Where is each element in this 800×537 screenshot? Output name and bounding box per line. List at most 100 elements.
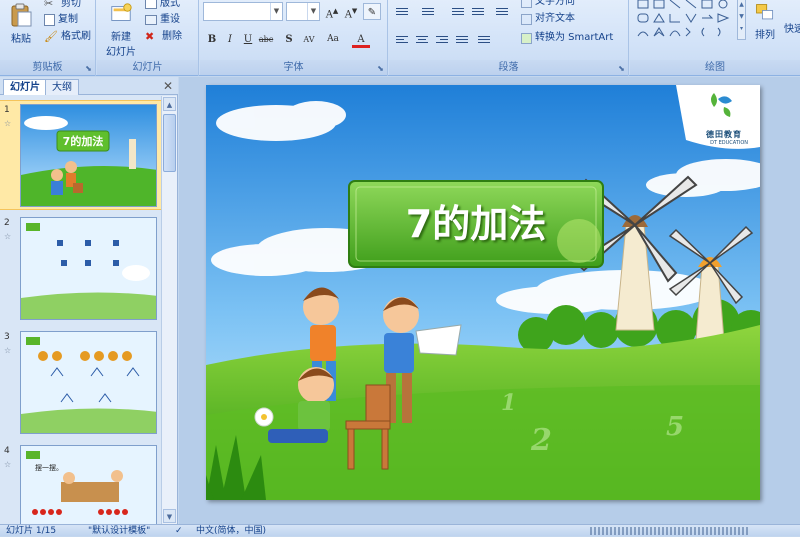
slide-3-preview	[21, 332, 156, 433]
font-name-combo[interactable]: ▼	[203, 2, 283, 21]
bullets-icon[interactable]	[393, 3, 411, 19]
view-buttons[interactable]	[590, 527, 750, 535]
layout-label: 版式	[160, 0, 180, 9]
change-case-icon[interactable]: Aa	[324, 31, 342, 48]
close-icon[interactable]: ✕	[163, 79, 173, 93]
clipboard-launcher-icon[interactable]: ⬊	[84, 64, 93, 73]
theme-name[interactable]: "默认设计模板"	[88, 525, 150, 537]
shrink-font-icon[interactable]: A▼	[342, 3, 360, 20]
reset-label: 重设	[160, 14, 180, 25]
delete-button[interactable]: ✖ 删除	[145, 29, 182, 45]
arrange-button[interactable]: 排列	[750, 2, 780, 41]
slide-thumbnail[interactable]	[20, 217, 157, 320]
slide-number: 1	[4, 105, 10, 115]
paste-button[interactable]: 粘贴	[4, 2, 38, 45]
thumbnail-item[interactable]: 4 ☆ 摆一摆。	[0, 442, 162, 524]
drawing-group: ▲ ▼ ▾ 排列 快速 绘图	[630, 0, 800, 76]
justify-icon[interactable]	[453, 31, 471, 47]
shapes-more-icon[interactable]: ▲ ▼ ▾	[737, 0, 746, 40]
slide-thumbnail[interactable]	[20, 331, 157, 434]
slide-1-preview: 7的加法	[21, 105, 156, 206]
chevron-down-icon: ▼	[270, 3, 282, 20]
smartart-button[interactable]: 转换为 SmartArt	[521, 30, 613, 46]
slide-count: 幻灯片 1/15	[6, 526, 57, 536]
arrange-label: 排列	[755, 30, 775, 41]
format-painter-button[interactable]: 🖌 格式刷	[44, 29, 91, 45]
cut-button[interactable]: ✂ 剪切	[44, 0, 81, 12]
align-center-icon[interactable]	[413, 31, 431, 47]
thumbnail-item[interactable]: 1 ☆ 7的加法	[0, 100, 162, 210]
italic-icon[interactable]: I	[221, 31, 239, 48]
clipboard-group-label: 剪贴板	[0, 60, 95, 75]
tab-slides[interactable]: 幻灯片	[3, 79, 47, 95]
increase-indent-icon[interactable]	[469, 3, 487, 19]
paragraph-group: 文字方向 对齐文本 转换为 SmartArt 段落 ⬊	[389, 0, 629, 76]
slide-title[interactable]: 7的加法	[351, 183, 601, 265]
align-text-button[interactable]: 对齐文本	[521, 11, 575, 27]
font-group-label: 字体	[200, 60, 387, 75]
text-direction-icon	[521, 0, 532, 8]
quick-styles-button[interactable]: 快速	[784, 22, 800, 38]
star-icon: ☆	[4, 346, 12, 355]
paragraph-launcher-icon[interactable]: ⬊	[617, 64, 626, 73]
shadow-icon[interactable]: S	[280, 31, 298, 48]
shapes-gallery-icon[interactable]	[634, 0, 744, 42]
slides-group-label: 幻灯片	[97, 60, 198, 75]
numbering-icon[interactable]	[419, 3, 437, 19]
char-spacing-icon[interactable]: AV	[300, 31, 318, 48]
arrange-icon	[756, 4, 774, 20]
layout-icon	[145, 0, 157, 9]
underline-icon[interactable]: U	[239, 31, 257, 48]
star-icon: ☆	[4, 460, 12, 469]
slide-background: 1 2 5	[206, 85, 760, 500]
reset-icon	[145, 15, 157, 25]
slide-thumbnail[interactable]: 7的加法	[20, 104, 157, 207]
scroll-up-icon[interactable]: ▲	[163, 97, 176, 111]
smartart-label: 转换为 SmartArt	[535, 32, 614, 43]
align-right-icon[interactable]	[433, 31, 451, 47]
star-icon: ☆	[4, 232, 12, 241]
slides-group: 新建 幻灯片 版式 重设 ✖ 删除 幻灯片	[97, 0, 199, 76]
logo-text-cn: 德田教育	[706, 130, 742, 139]
smartart-icon	[521, 32, 532, 44]
bold-icon[interactable]: B	[203, 31, 221, 48]
thumbnail-scrollbar[interactable]: ▲ ▼	[161, 96, 177, 524]
align-left-icon[interactable]	[393, 31, 411, 47]
layout-button[interactable]: 版式	[145, 0, 180, 12]
slides-panel: 幻灯片 大纲 ✕ 1 ☆ 7的加法 2 ☆ 3 ☆ 4 ☆ 摆一摆。 ▲ ▼	[0, 77, 178, 524]
font-color-icon[interactable]: A	[352, 31, 370, 48]
tab-outline[interactable]: 大纲	[45, 79, 79, 95]
clear-format-icon[interactable]: ✎	[363, 3, 381, 20]
paste-label: 粘贴	[11, 34, 31, 45]
copy-button[interactable]: 复制	[44, 12, 78, 28]
font-size-combo[interactable]: ▼	[286, 2, 320, 21]
slide-canvas[interactable]: 1 2 5 7的加法 德田教育 DT EDUCATION	[206, 85, 760, 500]
language-indicator[interactable]: 中文(简体，中国)	[196, 525, 266, 537]
slide-thumbnail[interactable]: 摆一摆。	[20, 445, 157, 524]
align-text-icon	[521, 13, 532, 25]
thumbnail-item[interactable]: 3 ☆	[0, 328, 162, 438]
slide-number: 3	[4, 332, 10, 342]
new-slide-icon	[111, 3, 132, 21]
spellcheck-icon[interactable]: ✓	[175, 525, 183, 537]
font-launcher-icon[interactable]: ⬊	[376, 64, 385, 73]
line-spacing-icon[interactable]	[493, 3, 511, 19]
decrease-indent-icon[interactable]	[449, 3, 467, 19]
scrollbar-thumb[interactable]	[163, 114, 176, 172]
strikethrough-icon[interactable]: abc	[257, 31, 275, 48]
delete-label: 删除	[162, 31, 182, 42]
reset-button[interactable]: 重设	[145, 12, 180, 28]
star-icon: ☆	[4, 119, 12, 128]
text-direction-label: 文字方向	[535, 0, 575, 7]
grow-font-icon[interactable]: A▲	[323, 3, 341, 20]
new-slide-button[interactable]: 新建 幻灯片	[101, 2, 141, 58]
ribbon: 粘贴 ✂ 剪切 复制 🖌 格式刷 剪贴板 ⬊ 新建 幻灯片 版式 重设 ✖ 删除…	[0, 0, 800, 76]
columns-icon[interactable]	[475, 31, 493, 47]
clipboard-group: 粘贴 ✂ 剪切 复制 🖌 格式刷 剪贴板 ⬊	[0, 0, 96, 76]
scroll-down-icon[interactable]: ▼	[163, 509, 176, 523]
thumbnail-caption: 摆一摆。	[35, 463, 63, 472]
thumbnail-item[interactable]: 2 ☆	[0, 214, 162, 324]
flower-icon	[254, 407, 274, 427]
copy-label: 复制	[58, 14, 78, 25]
text-direction-button[interactable]: 文字方向	[521, 0, 575, 10]
